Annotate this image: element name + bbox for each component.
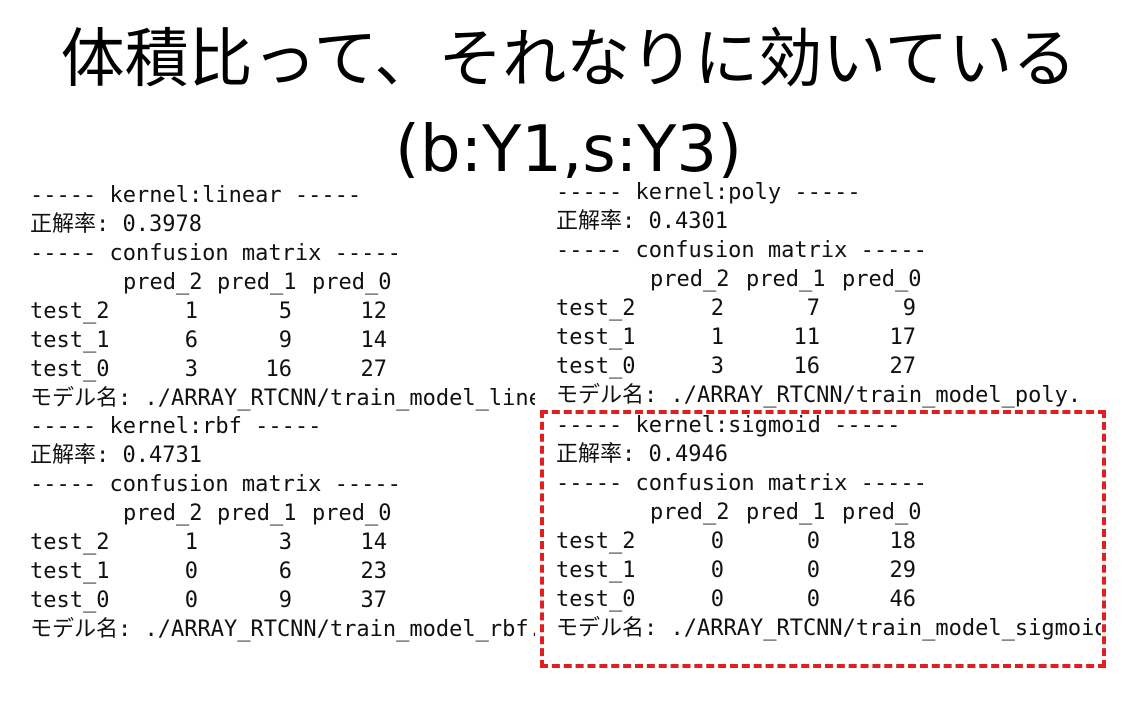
kernel-header: ----- kernel:poly ----- (556, 180, 861, 205)
linear-kernel-panel: ----- kernel:linear ----- 正解率: 0.3978 --… (30, 181, 535, 413)
matrix-row: test_2 2 7 9 (556, 294, 956, 323)
column-header: pred_2 (650, 267, 730, 292)
sigmoid-highlight-box (540, 410, 1106, 668)
matrix-cell: 1 (184, 530, 198, 555)
matrix-column-headers: pred_2 pred_1 pred_0 (30, 499, 430, 528)
matrix-cell: 37 (360, 588, 388, 613)
column-header: pred_2 (123, 501, 203, 526)
accuracy-line: 正解率: 0.3978 (30, 212, 202, 237)
row-label: test_1 (556, 325, 636, 350)
matrix-cell: 16 (265, 357, 293, 382)
column-header: pred_0 (842, 267, 922, 292)
matrix-cell: 17 (889, 325, 917, 350)
column-header: pred_1 (217, 270, 297, 295)
matrix-cell: 16 (793, 354, 821, 379)
matrix-row: test_0 3 16 27 (30, 355, 430, 384)
matrix-column-headers: pred_2 pred_1 pred_0 (30, 268, 430, 297)
matrix-column-headers: pred_2 pred_1 pred_0 (556, 265, 956, 294)
accuracy-line: 正解率: 0.4731 (30, 443, 202, 468)
accuracy-line: 正解率: 0.4301 (556, 209, 728, 234)
column-header: pred_1 (746, 267, 826, 292)
column-header: pred_0 (312, 270, 392, 295)
row-label: test_0 (556, 354, 636, 379)
confusion-matrix-header: ----- confusion matrix ----- (556, 238, 927, 263)
matrix-cell: 9 (278, 328, 292, 353)
matrix-cell: 12 (360, 299, 388, 324)
row-label: test_1 (30, 559, 110, 584)
matrix-row: test_2 1 3 14 (30, 528, 430, 557)
row-label: test_1 (30, 328, 110, 353)
model-path: モデル名: ./ARRAY_RTCNN/train_model_linear.m (30, 386, 535, 411)
row-label: test_0 (30, 588, 110, 613)
matrix-row: test_1 6 9 14 (30, 326, 430, 355)
matrix-cell: 3 (710, 354, 724, 379)
matrix-cell: 6 (278, 559, 292, 584)
matrix-cell: 2 (710, 296, 724, 321)
matrix-cell: 1 (710, 325, 724, 350)
row-label: test_0 (30, 357, 110, 382)
matrix-cell: 27 (360, 357, 388, 382)
model-path: モデル名: ./ARRAY_RTCNN/train_model_poly.m (556, 383, 1076, 408)
matrix-cell: 14 (360, 328, 388, 353)
column-header: pred_1 (217, 501, 297, 526)
column-header: pred_0 (312, 501, 392, 526)
poly-kernel-panel: ----- kernel:poly ----- 正解率: 0.4301 ----… (556, 178, 1076, 410)
rbf-kernel-panel: ----- kernel:rbf ----- 正解率: 0.4731 -----… (30, 412, 535, 648)
matrix-cell: 3 (278, 530, 292, 555)
matrix-row: test_1 1 11 17 (556, 323, 956, 352)
matrix-row: test_0 0 9 37 (30, 586, 430, 615)
column-header: pred_2 (123, 270, 203, 295)
matrix-cell: 7 (806, 296, 820, 321)
matrix-row: test_0 3 16 27 (556, 352, 956, 381)
matrix-row: test_2 1 5 12 (30, 297, 430, 326)
matrix-cell: 9 (902, 296, 916, 321)
matrix-cell: 14 (360, 530, 388, 555)
matrix-cell: 23 (360, 559, 388, 584)
matrix-cell: 1 (184, 299, 198, 324)
matrix-cell: 6 (184, 328, 198, 353)
matrix-row: test_1 0 6 23 (30, 557, 430, 586)
matrix-cell: 3 (184, 357, 198, 382)
slide-title-line1: 体積比って、それなりに効いている (60, 23, 1077, 97)
matrix-cell: 9 (278, 588, 292, 613)
matrix-cell: 11 (793, 325, 821, 350)
kernel-header: ----- kernel:linear ----- (30, 183, 362, 208)
row-label: test_2 (30, 299, 110, 324)
matrix-cell: 5 (278, 299, 292, 324)
row-label: test_2 (30, 530, 110, 555)
row-label: test_2 (556, 296, 636, 321)
confusion-matrix-header: ----- confusion matrix ----- (30, 472, 401, 497)
slide-title-line2: (b:Y1,s:Y3) (395, 113, 742, 187)
matrix-cell: 0 (184, 559, 198, 584)
matrix-cell: 27 (889, 354, 917, 379)
confusion-matrix-header: ----- confusion matrix ----- (30, 241, 401, 266)
model-path: モデル名: ./ARRAY_RTCNN/train_model_rbf.m (30, 617, 535, 642)
kernel-header: ----- kernel:rbf ----- (30, 414, 322, 439)
matrix-cell: 0 (184, 588, 198, 613)
